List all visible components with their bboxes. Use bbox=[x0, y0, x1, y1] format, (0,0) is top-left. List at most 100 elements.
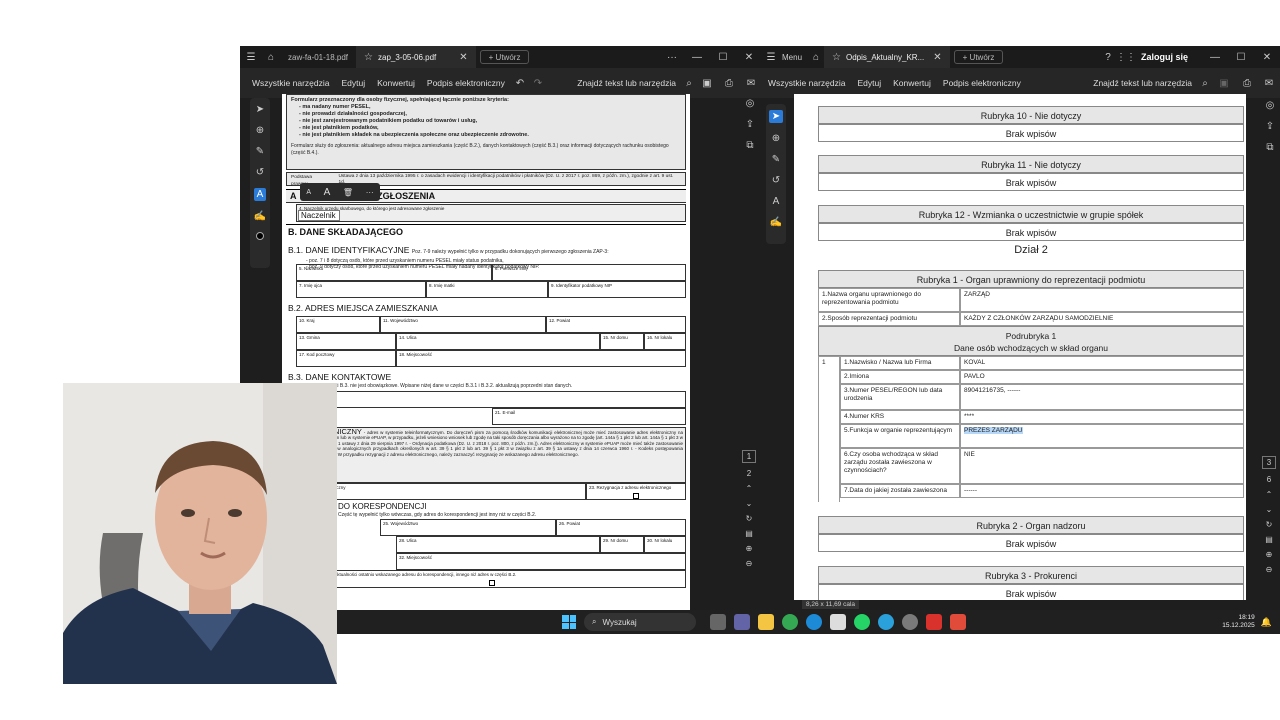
page-down-icon[interactable]: ⌄ bbox=[746, 499, 753, 508]
menu-button[interactable]: Menu bbox=[776, 53, 808, 62]
text-edit-icon[interactable]: A bbox=[253, 188, 267, 201]
field-33[interactable]: 33. Rezygnacja z aktualności ostatnio ws… bbox=[296, 570, 686, 588]
text-select-icon[interactable]: A bbox=[773, 196, 780, 207]
more-icon[interactable]: ··· bbox=[660, 52, 684, 63]
login-button[interactable]: Zaloguj się bbox=[1135, 52, 1202, 62]
screen-recorder-icon[interactable] bbox=[950, 614, 966, 630]
minimize-icon[interactable]: — bbox=[1202, 52, 1228, 63]
hamburger-menu-icon[interactable]: ☰ bbox=[766, 52, 776, 63]
edit-button[interactable]: Edytuj bbox=[851, 78, 887, 88]
field-22[interactable]: 22. Adres elektroniczny bbox=[296, 483, 586, 500]
maximize-icon[interactable]: ☐ bbox=[710, 52, 736, 63]
new-tab-button[interactable]: + Utwórz bbox=[479, 50, 530, 64]
lasso-icon[interactable]: ↺ bbox=[772, 175, 780, 186]
notepad-icon[interactable] bbox=[830, 614, 846, 630]
apps-grid-icon[interactable]: ⋮⋮ bbox=[1116, 52, 1136, 63]
page-number-current[interactable]: 1 bbox=[741, 450, 757, 463]
copy-icon[interactable]: ⧉ bbox=[1266, 142, 1273, 153]
file-explorer-icon[interactable] bbox=[758, 614, 774, 630]
notification-icon[interactable]: 🔔 bbox=[1261, 617, 1272, 628]
close-tab-icon[interactable]: ✕ bbox=[459, 52, 467, 63]
acrobat-icon[interactable] bbox=[926, 614, 942, 630]
sign-button[interactable]: Podpis elektroniczny bbox=[937, 78, 1027, 88]
field-26[interactable]: 26. Powiat bbox=[556, 519, 686, 536]
print-icon[interactable]: ⎙ bbox=[718, 78, 740, 89]
field-33-checkbox[interactable] bbox=[489, 580, 495, 586]
trash-icon[interactable]: 🗑 bbox=[343, 188, 353, 197]
field-11[interactable]: 11. Województwo bbox=[380, 316, 546, 333]
naczelnik-input[interactable]: Naczelnik bbox=[298, 210, 340, 221]
start-icon[interactable] bbox=[562, 615, 576, 629]
field-8[interactable]: 8. Imię matki bbox=[426, 281, 548, 298]
comments-panel-icon[interactable]: ◎ bbox=[1266, 100, 1275, 111]
rotate-icon[interactable]: ↻ bbox=[1266, 520, 1273, 529]
edge-icon[interactable] bbox=[806, 614, 822, 630]
pen-icon[interactable]: ✎ bbox=[256, 146, 264, 157]
field-23-checkbox[interactable] bbox=[633, 493, 639, 499]
color-dot-icon[interactable] bbox=[256, 232, 264, 240]
search-icon[interactable]: ⌕ bbox=[1198, 78, 1212, 89]
convert-button[interactable]: Konwertuj bbox=[887, 78, 937, 88]
home-icon[interactable]: ⌂ bbox=[262, 52, 280, 63]
field-9[interactable]: 9. Identyfikator podatkowy NIP bbox=[548, 281, 686, 298]
export-icon[interactable]: ⇪ bbox=[746, 119, 754, 130]
zoom-out-icon[interactable]: ⊖ bbox=[746, 559, 753, 568]
zoom-out-icon[interactable]: ⊖ bbox=[1266, 565, 1273, 574]
field-7[interactable]: 7. Imię ojca bbox=[296, 281, 426, 298]
all-tools-button[interactable]: Wszystkie narzędzia bbox=[246, 78, 335, 88]
taskbar-search[interactable]: ⌕ Wyszukaj bbox=[584, 613, 696, 631]
all-tools-button[interactable]: Wszystkie narzędzia bbox=[762, 78, 851, 88]
mail-icon[interactable]: ✉ bbox=[1258, 78, 1280, 89]
page-up-icon[interactable]: ⌃ bbox=[1266, 490, 1273, 499]
comment-icon[interactable]: ⊕ bbox=[772, 133, 780, 144]
redo-icon[interactable]: ↷ bbox=[529, 78, 547, 89]
field-29[interactable]: 29. Nr domu bbox=[600, 536, 644, 553]
minimize-icon[interactable]: — bbox=[684, 52, 710, 63]
decrease-font-button[interactable]: A bbox=[306, 189, 311, 196]
rotate-icon[interactable]: ↻ bbox=[746, 514, 753, 523]
sign-pen-icon[interactable]: ✍ bbox=[254, 211, 266, 222]
tab-zap3[interactable]: ☆ zap_3-05-06.pdf ✕ bbox=[356, 46, 476, 68]
field-15[interactable]: 15. Nr domu bbox=[600, 333, 644, 350]
close-window-icon[interactable]: ✕ bbox=[736, 52, 762, 63]
telegram-icon[interactable] bbox=[878, 614, 894, 630]
member-value-5[interactable]: PREZES ZARZĄDU bbox=[964, 427, 1023, 434]
convert-button[interactable]: Konwertuj bbox=[371, 78, 421, 88]
comment-icon[interactable]: ⊕ bbox=[256, 125, 264, 136]
teams-icon[interactable] bbox=[734, 614, 750, 630]
field-16[interactable]: 16. Nr lokalu bbox=[644, 333, 686, 350]
maximize-icon[interactable]: ☐ bbox=[1228, 52, 1254, 63]
star-icon[interactable]: ☆ bbox=[364, 52, 373, 63]
settings-icon[interactable] bbox=[902, 614, 918, 630]
zoom-in-icon[interactable]: ⊕ bbox=[1266, 550, 1273, 559]
field-5[interactable]: 5. Nazwisko bbox=[296, 264, 492, 281]
new-tab-button[interactable]: + Utwórz bbox=[953, 50, 1004, 64]
edit-button[interactable]: Edytuj bbox=[335, 78, 371, 88]
close-window-icon[interactable]: ✕ bbox=[1254, 52, 1280, 63]
page-down-icon[interactable]: ⌄ bbox=[1266, 505, 1273, 514]
comments-panel-icon[interactable]: ◎ bbox=[746, 98, 755, 109]
field-13[interactable]: 13. Gmina bbox=[296, 333, 396, 350]
find-tools-button[interactable]: Znajdź tekst lub narzędzia bbox=[571, 78, 682, 88]
page-icon[interactable]: ▤ bbox=[745, 529, 753, 538]
page-number-current[interactable]: 3 bbox=[1261, 456, 1277, 469]
cursor-icon[interactable]: ➤ bbox=[256, 104, 264, 115]
save-icon[interactable]: ▣ bbox=[1212, 78, 1236, 89]
field-30[interactable]: 30. Nr lokalu bbox=[644, 536, 686, 553]
page-icon[interactable]: ▤ bbox=[1265, 535, 1273, 544]
print-icon[interactable]: ⎙ bbox=[1236, 78, 1258, 89]
tab-zaw-fa[interactable]: zaw-fa-01-18.pdf bbox=[280, 46, 356, 68]
whatsapp-icon[interactable] bbox=[854, 614, 870, 630]
find-tools-button[interactable]: Znajdź tekst lub narzędzia bbox=[1087, 78, 1198, 88]
home-icon[interactable]: ⌂ bbox=[808, 52, 824, 63]
field-20[interactable] bbox=[296, 391, 686, 408]
export-icon[interactable]: ⇪ bbox=[1266, 121, 1274, 132]
save-icon[interactable]: ▣ bbox=[696, 78, 718, 89]
close-tab-icon[interactable]: ✕ bbox=[933, 52, 941, 63]
sign-pen-icon[interactable]: ✍ bbox=[770, 217, 782, 228]
pen-icon[interactable]: ✎ bbox=[772, 154, 780, 165]
field-23[interactable]: 23. Rezygnacja z adresu elektronicznego bbox=[586, 483, 686, 500]
zoom-in-icon[interactable]: ⊕ bbox=[746, 544, 753, 553]
cursor-icon[interactable]: ➤ bbox=[768, 110, 784, 123]
sign-button[interactable]: Podpis elektroniczny bbox=[421, 78, 511, 88]
